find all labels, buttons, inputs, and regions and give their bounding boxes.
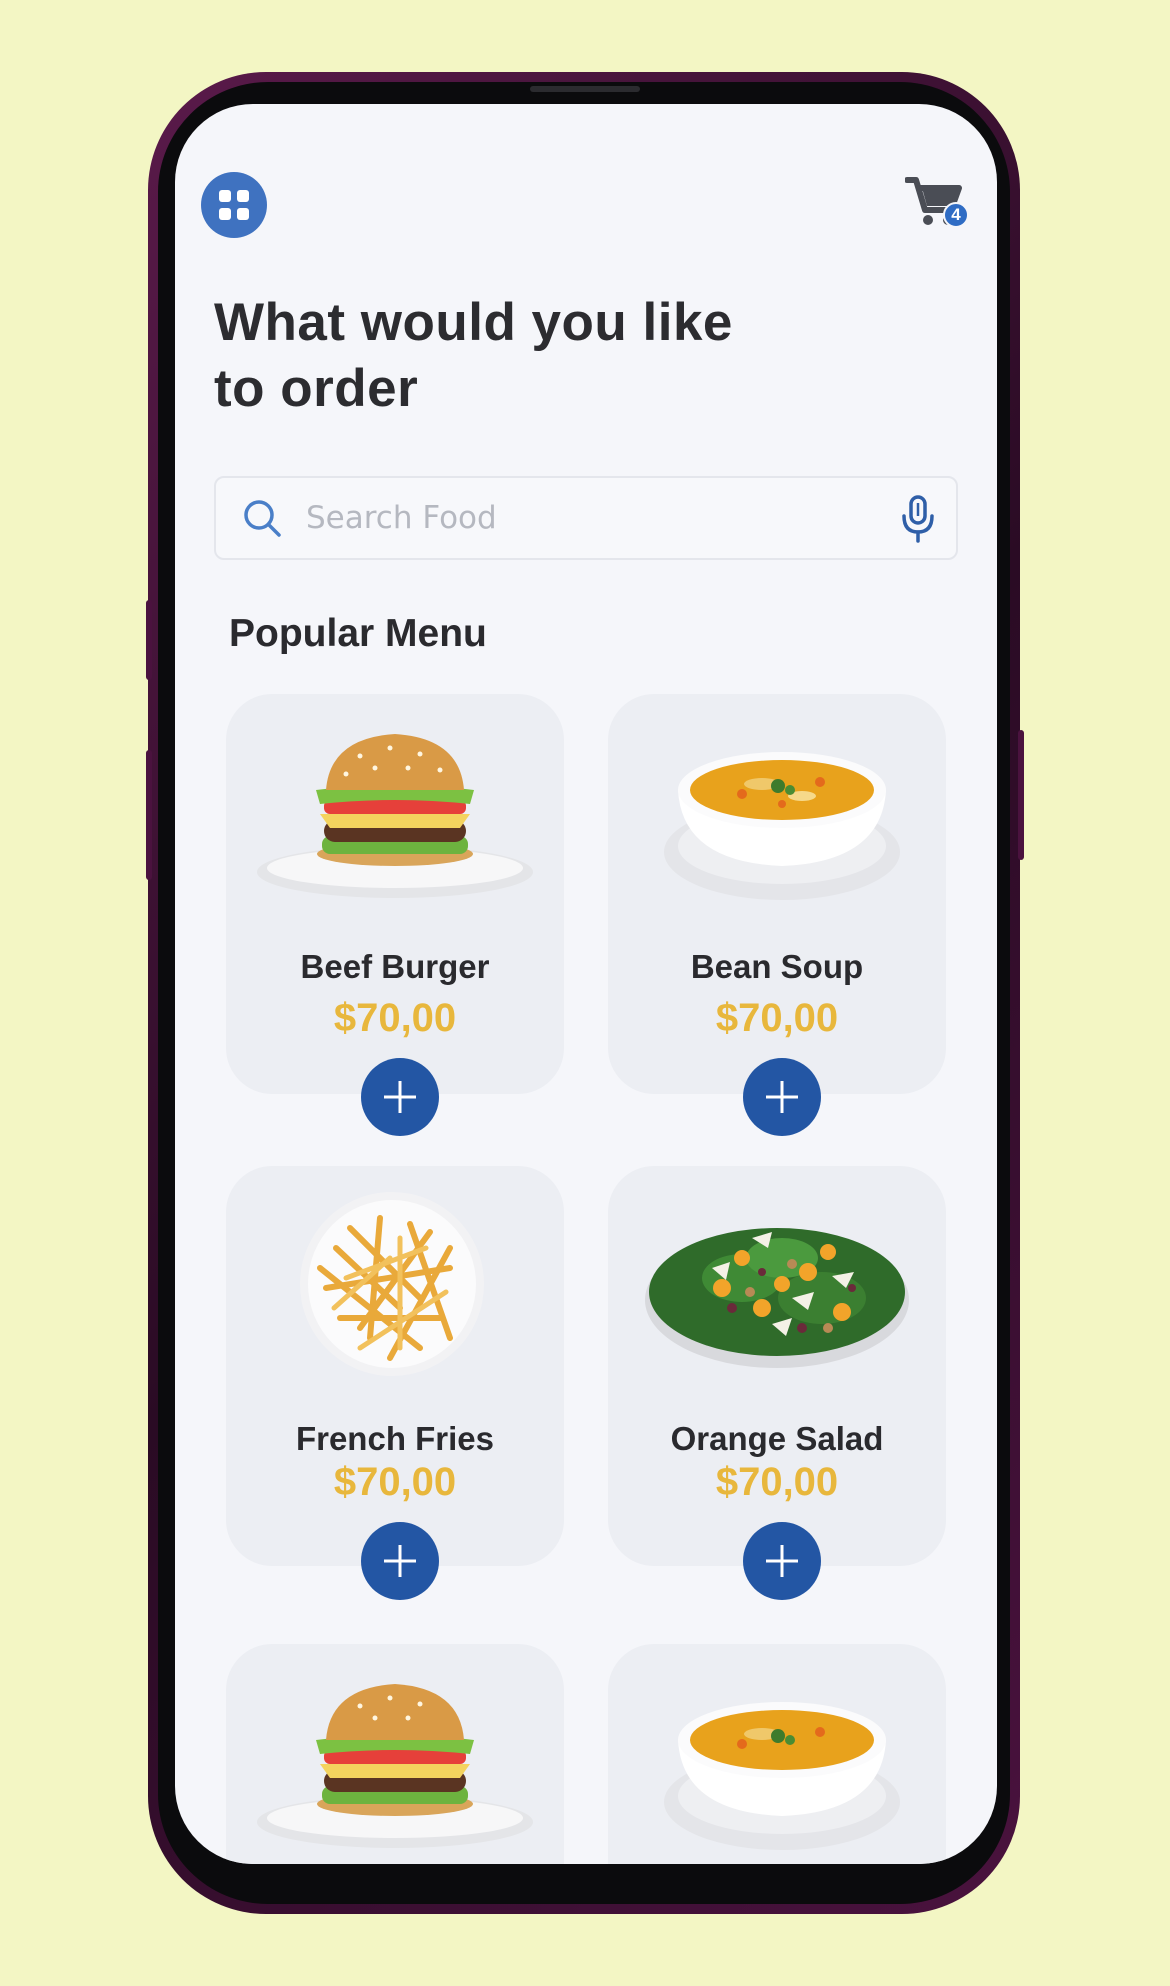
app-screen: 4 What would you like to order Popular M… xyxy=(175,104,997,1864)
menu-item-name: Orange Salad xyxy=(670,1420,884,1457)
menu-card-beef-burger[interactable]: Beef Burger $70,00 xyxy=(226,694,564,1136)
burger-image xyxy=(257,1684,533,1848)
salad-image xyxy=(645,1228,909,1368)
menu-card-soup-partial[interactable] xyxy=(608,1644,946,1864)
search-bar xyxy=(214,476,958,560)
menu-card-french-fries[interactable]: French Fries $70,00 xyxy=(226,1166,564,1600)
menu-card-bean-soup[interactable]: Bean Soup $70,00 xyxy=(608,694,946,1136)
add-to-cart-button[interactable] xyxy=(361,1058,439,1136)
menu-item-price: $70,00 xyxy=(715,996,839,1040)
menu-item-price: $70,00 xyxy=(333,1460,457,1504)
title-line-2: to order xyxy=(214,359,419,418)
grid-icon xyxy=(219,190,249,220)
add-to-cart-button[interactable] xyxy=(361,1522,439,1600)
cart-count-badge: 4 xyxy=(943,202,969,228)
menu-item-name: Bean Soup xyxy=(690,948,864,985)
plus-icon xyxy=(766,1081,798,1113)
menu-item-name: French Fries xyxy=(295,1420,495,1457)
add-to-cart-button[interactable] xyxy=(743,1522,821,1600)
volume-up-button xyxy=(146,600,152,680)
menu-card-burger-partial[interactable] xyxy=(226,1644,564,1864)
soup-image xyxy=(664,752,900,900)
fries-image xyxy=(300,1192,484,1376)
menu-card-orange-salad[interactable]: Orange Salad $70,00 xyxy=(608,1166,946,1600)
add-to-cart-button[interactable] xyxy=(743,1058,821,1136)
mic-icon[interactable] xyxy=(898,494,938,544)
page-title: What would you like to order xyxy=(214,290,854,422)
cart-button[interactable]: 4 xyxy=(904,174,969,230)
plus-icon xyxy=(384,1545,416,1577)
volume-down-button xyxy=(146,750,152,880)
menu-item-price: $70,00 xyxy=(333,996,457,1040)
plus-icon xyxy=(766,1545,798,1577)
power-button xyxy=(1018,730,1024,860)
search-icon xyxy=(244,500,281,537)
menu-item-price: $70,00 xyxy=(715,1460,839,1504)
section-title-popular-menu: Popular Menu xyxy=(229,612,487,655)
title-line-1: What would you like xyxy=(214,293,733,352)
earpiece xyxy=(530,86,640,92)
soup-image xyxy=(664,1702,900,1850)
plus-icon xyxy=(384,1081,416,1113)
burger-image xyxy=(257,734,533,898)
menu-button[interactable] xyxy=(201,172,267,238)
search-input[interactable] xyxy=(306,492,866,544)
menu-item-name: Beef Burger xyxy=(300,948,490,985)
